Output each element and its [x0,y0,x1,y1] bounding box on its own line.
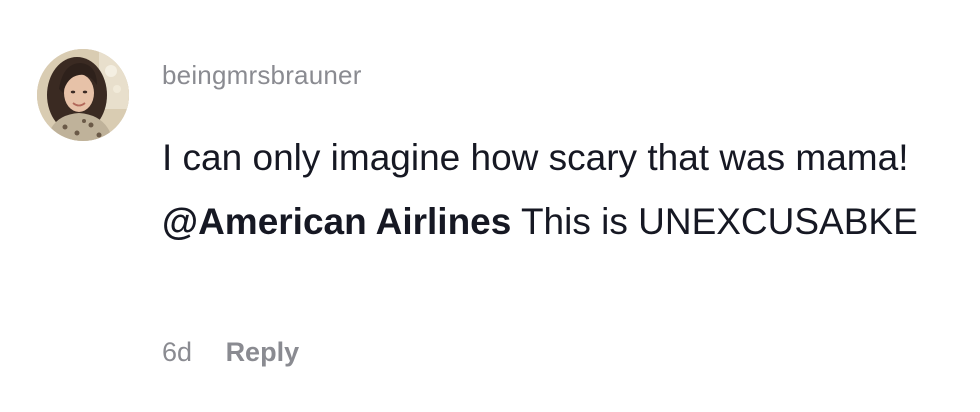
mention-link[interactable]: @American Airlines [162,201,511,242]
comment-text: I can only imagine how scary that was ma… [162,126,974,254]
user-avatar-photo-icon [37,49,129,141]
username[interactable]: beingmrsbrauner [162,58,362,92]
comment-meta: 6d Reply [162,334,299,370]
avatar[interactable] [37,49,129,141]
comment-text-part: This is UNEXCUSABKE [511,201,918,242]
comment-timestamp: 6d [162,337,193,367]
reply-button[interactable]: Reply [226,334,300,370]
comment-item: beingmrsbrauner I can only imagine how s… [0,0,980,412]
comment-text-part: I can only imagine how scary that was ma… [162,137,909,178]
